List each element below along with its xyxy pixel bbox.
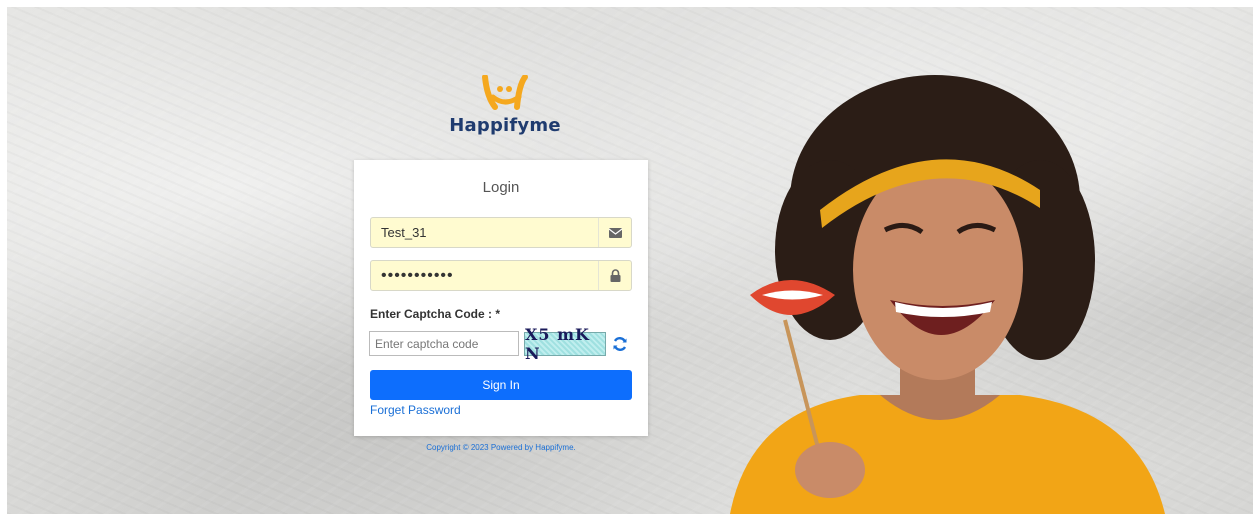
lock-icon <box>598 261 631 290</box>
captcha-label: Enter Captcha Code : * <box>370 307 501 321</box>
captcha-image: X5 mK N <box>524 325 606 363</box>
sign-in-button[interactable]: Sign In <box>370 370 632 400</box>
login-title: Login <box>482 179 520 196</box>
login-card: Login Enter Captcha Code : * X5 mK N Sig… <box>354 160 648 436</box>
copyright-text: Copyright © 2023 Powered by Happifyme. <box>426 443 576 452</box>
brand-logo: Happifyme <box>445 75 565 136</box>
hero-photo <box>730 75 1165 514</box>
brand-name: Happifyme <box>449 115 561 136</box>
captcha-input[interactable] <box>369 331 519 356</box>
password-input[interactable] <box>371 261 599 290</box>
forget-password-link[interactable]: Forget Password <box>370 403 461 417</box>
username-input[interactable] <box>371 218 599 247</box>
refresh-icon[interactable] <box>612 336 628 352</box>
password-field-group <box>370 260 632 291</box>
happifyme-logo-icon <box>482 75 528 110</box>
username-field-group <box>370 217 632 248</box>
envelope-icon <box>598 218 631 247</box>
